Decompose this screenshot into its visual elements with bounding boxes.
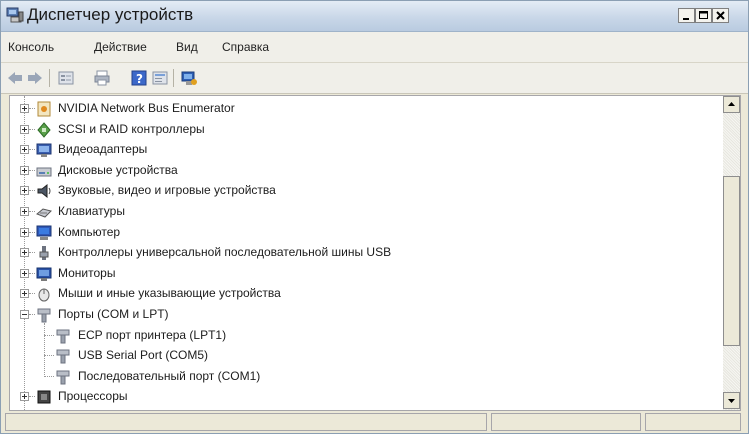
usb-controller-icon: [35, 244, 53, 262]
tree-node-label: Последовательный порт (COM1): [78, 368, 261, 383]
scsi-controller-icon: [35, 121, 53, 139]
status-panel-3: [645, 413, 741, 431]
tree-node[interactable]: SCSI и RAID контроллеры: [10, 120, 710, 140]
svg-text:?: ?: [136, 72, 143, 86]
vertical-scrollbar[interactable]: [723, 95, 741, 411]
menu-help[interactable]: Справка: [222, 40, 269, 54]
expand-toggle[interactable]: [20, 248, 29, 258]
tree-node[interactable]: Мониторы: [10, 264, 710, 284]
disk-drive-icon: [35, 162, 53, 180]
tree-node[interactable]: Звуковые, видео и игровые устройства: [10, 181, 710, 201]
tree-node-label: Дисковые устройства: [58, 162, 178, 177]
collapse-toggle[interactable]: [20, 310, 29, 319]
expand-toggle[interactable]: [20, 165, 29, 175]
status-bar: [1, 411, 748, 433]
scan-hardware-icon[interactable]: [180, 69, 198, 87]
print-icon[interactable]: [93, 69, 111, 87]
tree-node-label: Клавиатуры: [58, 204, 125, 218]
expand-toggle[interactable]: [20, 145, 29, 155]
menu-bar: Консоль Действие Вид Справка: [1, 32, 748, 63]
tree-connector-line: [44, 375, 54, 378]
tree-node[interactable]: Мыши и иные указывающие устройства: [10, 284, 710, 304]
tree-node-label: Звуковые, видео и игровые устройства: [58, 183, 276, 198]
tree-connector-line: [44, 355, 54, 357]
expand-toggle[interactable]: [20, 124, 29, 134]
help-icon[interactable]: ?: [130, 69, 148, 87]
scroll-up-button[interactable]: [723, 96, 740, 113]
tree-node[interactable]: Порты (COM и LPT): [10, 305, 710, 325]
monitor-icon: [35, 265, 53, 283]
tree-node-label: ECP порт принтера (LPT1): [78, 327, 227, 342]
tree-node[interactable]: Видеоадаптеры: [10, 140, 710, 160]
processor-icon: [35, 388, 53, 406]
tree-node-label: Процессоры: [58, 389, 128, 404]
expand-toggle[interactable]: [20, 392, 29, 402]
expand-toggle[interactable]: [20, 289, 29, 299]
expand-toggle[interactable]: [20, 207, 29, 216]
tree-node[interactable]: Процессоры: [10, 387, 710, 407]
tree-node[interactable]: Компьютер: [10, 223, 710, 243]
toolbar: ?: [1, 63, 748, 94]
view-icon[interactable]: [151, 69, 169, 87]
toolbar-separator: [173, 69, 174, 87]
tree-node-label: USB Serial Port (COM5): [78, 348, 209, 363]
tree-node[interactable]: NVIDIA Network Bus Enumerator: [10, 99, 710, 119]
menu-console[interactable]: Консоль: [8, 40, 54, 54]
tree-connector-line: [44, 334, 54, 337]
forward-arrow-icon[interactable]: [26, 69, 44, 87]
tree-node-label: Контроллеры универсальной последовательн…: [58, 245, 392, 260]
minimize-button[interactable]: [678, 8, 695, 23]
device-manager-icon: [6, 7, 24, 23]
scroll-down-button[interactable]: [723, 392, 740, 409]
port-icon: [54, 327, 72, 345]
back-arrow-icon[interactable]: [6, 69, 24, 87]
tree-node-label: Мыши и иные указывающие устройства: [58, 286, 281, 301]
menu-view[interactable]: Вид: [176, 40, 198, 54]
tree-child-node[interactable]: USB Serial Port (COM5): [10, 346, 690, 366]
sound-device-icon: [35, 182, 53, 200]
window-title: Диспетчер устройств: [27, 5, 194, 24]
device-manager-window: Диспетчер устройств Консоль Действие Вид…: [0, 0, 749, 434]
port-icon: [54, 368, 72, 386]
tree-node-label: NVIDIA Network Bus Enumerator: [58, 101, 235, 115]
expand-toggle[interactable]: [20, 104, 29, 113]
tree-child-node[interactable]: Последовательный порт (COM1): [10, 367, 690, 387]
tree-node[interactable]: Дисковые устройства: [10, 161, 710, 181]
expand-toggle[interactable]: [20, 227, 29, 237]
tree-node-label: Видеоадаптеры: [58, 142, 148, 157]
port-icon: [35, 306, 53, 324]
status-panel-2: [491, 413, 641, 431]
keyboard-icon: [35, 203, 53, 221]
device-tree[interactable]: NVIDIA Network Bus Enumerator SCSI и RAID…: [9, 95, 725, 411]
close-button[interactable]: [712, 8, 729, 23]
menu-action[interactable]: Действие: [94, 40, 147, 54]
mouse-icon: [35, 285, 53, 303]
expand-toggle[interactable]: [20, 186, 29, 196]
title-bar[interactable]: Диспетчер устройств: [1, 1, 748, 32]
maximize-button[interactable]: [695, 8, 712, 23]
tree-child-node[interactable]: ECP порт принтера (LPT1): [10, 326, 690, 346]
tree-node-label: Компьютер: [58, 224, 121, 239]
port-icon: [54, 347, 72, 365]
properties-icon[interactable]: [57, 69, 75, 87]
tree-node-label: Порты (COM и LPT): [58, 307, 169, 321]
status-panel-main: [5, 413, 487, 431]
display-adapter-icon: [35, 141, 53, 159]
tree-node-label: SCSI и RAID контроллеры: [58, 121, 205, 136]
toolbar-separator: [49, 69, 50, 87]
scroll-thumb[interactable]: [723, 176, 740, 346]
tree-node-label: Мониторы: [58, 265, 116, 280]
tree-node[interactable]: Контроллеры универсальной последовательн…: [10, 243, 710, 263]
bus-enumerator-icon: [35, 100, 53, 118]
tree-node[interactable]: Клавиатуры: [10, 202, 710, 222]
expand-toggle[interactable]: [20, 268, 29, 278]
computer-icon: [35, 224, 53, 242]
